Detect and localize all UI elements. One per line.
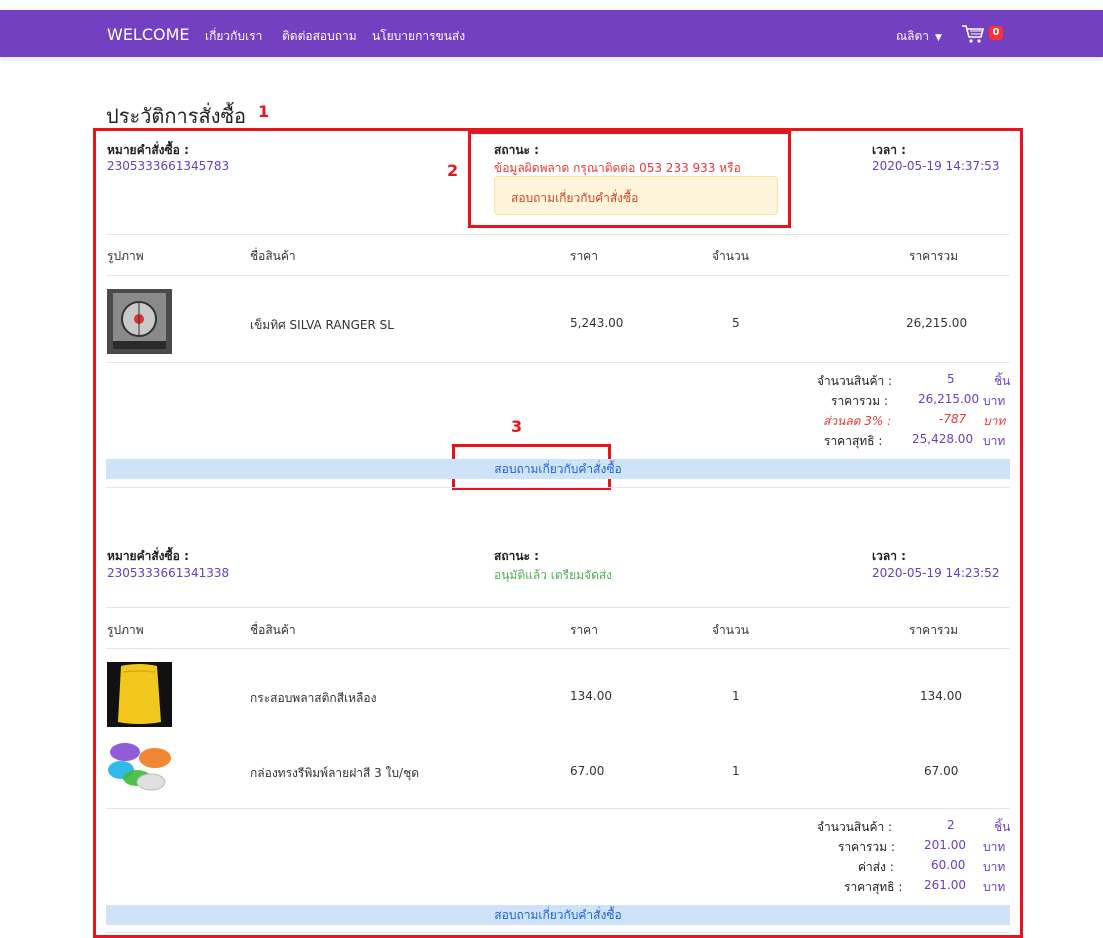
- sum-qty-value: 2: [947, 818, 955, 832]
- col-header-price: ราคา: [570, 623, 598, 637]
- sum-qty-unit: ชิ้น: [994, 820, 1011, 834]
- sum-qty-value: 5: [947, 372, 955, 386]
- col-header-name: ชื่อสินค้า: [250, 249, 296, 263]
- user-name: ณลิตา: [896, 29, 930, 43]
- sum-shipping-unit: บาท: [983, 860, 1006, 874]
- col-header-qty: จำนวน: [712, 249, 749, 263]
- caret-down-icon: ▼: [935, 33, 942, 43]
- divider: [106, 932, 1010, 933]
- sum-total-label: ราคารวม :: [838, 840, 895, 854]
- sum-total-value: 26,215.00: [918, 392, 980, 406]
- col-header-total: ราคารวม: [909, 623, 959, 637]
- divider: [106, 808, 1010, 809]
- divider: [106, 275, 1010, 276]
- sum-net-label: ราคาสุทธิ :: [844, 880, 903, 894]
- status-label: สถานะ :: [494, 549, 539, 563]
- sum-shipping-label: ค่าส่ง :: [858, 860, 894, 874]
- sum-total-unit: บาท: [983, 394, 1006, 408]
- product-name: เข็มทิศ SILVA RANGER SL: [250, 318, 394, 332]
- compass-product-image: [107, 289, 172, 354]
- sum-net-label: ราคาสุทธิ :: [824, 434, 883, 448]
- sum-net-unit: บาท: [983, 880, 1006, 894]
- order-inquiry-button[interactable]: สอบถามเกี่ยวกับคำสั่งซื้อ: [106, 905, 1010, 925]
- sum-net-value: 261.00: [924, 878, 966, 892]
- brand-link[interactable]: WELCOME: [107, 25, 190, 44]
- sum-discount-label: ส่วนลด 3% :: [823, 414, 892, 428]
- col-header-total: ราคารวม: [909, 249, 959, 263]
- product-total: 26,215.00: [906, 316, 968, 330]
- product-price: 67.00: [570, 764, 605, 778]
- sum-discount-value: -787: [939, 412, 967, 426]
- annotation-box-order-history: [93, 128, 1023, 938]
- order-inquiry-button[interactable]: สอบถามเกี่ยวกับคำสั่งซื้อ: [106, 459, 1010, 479]
- col-header-qty: จำนวน: [712, 623, 749, 637]
- divider: [106, 362, 1010, 363]
- product-qty: 5: [732, 316, 740, 330]
- product-qty: 1: [732, 689, 740, 703]
- oval-containers-product-image: [108, 743, 171, 791]
- divider: [106, 487, 1010, 488]
- order-no-value: 2305333661341338: [107, 566, 230, 580]
- sum-qty-unit: ชิ้น: [994, 374, 1011, 388]
- sum-qty-label: จำนวนสินค้า :: [817, 374, 893, 388]
- col-header-image: รูปภาพ: [107, 249, 144, 263]
- yellow-sack-product-image: [107, 662, 172, 727]
- status-label: สถานะ :: [494, 143, 539, 157]
- nav-link-contact[interactable]: ติดต่อสอบถาม: [282, 27, 357, 46]
- annotation-marker-3: 3: [511, 417, 523, 436]
- time-label: เวลา :: [872, 549, 906, 563]
- order-no-label: หมายคำสั่งซื้อ :: [107, 549, 189, 563]
- shopping-cart-icon[interactable]: [961, 24, 985, 44]
- annotation-marker-2: 2: [447, 161, 459, 180]
- divider: [106, 607, 1010, 608]
- user-menu-dropdown[interactable]: ณลิตา ▼: [896, 27, 942, 46]
- time-value: 2020-05-19 14:23:52: [872, 566, 1000, 580]
- product-qty: 1: [732, 764, 740, 778]
- divider: [106, 648, 1010, 649]
- product-price: 5,243.00: [570, 316, 624, 330]
- nav-link-shipping-policy[interactable]: นโยบายการขนส่ง: [372, 27, 465, 46]
- time-label: เวลา :: [872, 143, 906, 157]
- status-value-approved: อนุมัติแล้ว เตรียมจัดส่ง: [494, 568, 613, 582]
- order-no-label: หมายคำสั่งซื้อ :: [107, 143, 189, 157]
- sum-total-value: 201.00: [924, 838, 966, 852]
- status-inquiry-button[interactable]: สอบถามเกี่ยวกับคำสั่งซื้อ: [494, 176, 778, 215]
- product-total: 134.00: [920, 689, 962, 703]
- sum-discount-unit: บาท: [983, 414, 1006, 428]
- status-inquiry-label: สอบถามเกี่ยวกับคำสั่งซื้อ: [511, 191, 639, 205]
- product-price: 134.00: [570, 689, 612, 703]
- divider: [106, 234, 1010, 235]
- product-name: กระสอบพลาสติกสีเหลือง: [250, 691, 377, 705]
- time-value: 2020-05-19 14:37:53: [872, 159, 1000, 173]
- cart-count-badge: 0: [989, 26, 1003, 40]
- nav-link-about[interactable]: เกี่ยวกับเรา: [205, 27, 262, 46]
- annotation-marker-1: 1: [258, 102, 270, 121]
- sum-net-unit: บาท: [983, 434, 1006, 448]
- sum-net-value: 25,428.00: [912, 432, 974, 446]
- col-header-name: ชื่อสินค้า: [250, 623, 296, 637]
- sum-shipping-value: 60.00: [931, 858, 966, 872]
- sum-qty-label: จำนวนสินค้า :: [817, 820, 893, 834]
- col-header-price: ราคา: [570, 249, 598, 263]
- sum-total-label: ราคารวม :: [831, 394, 888, 408]
- product-name: กล่องทรงรีพิมพ์ลายฝาสี 3 ใบ/ชุด: [250, 766, 420, 780]
- top-navbar: WELCOME เกี่ยวกับเรา ติดต่อสอบถาม นโยบาย…: [0, 10, 1103, 57]
- sum-total-unit: บาท: [983, 840, 1006, 854]
- product-total: 67.00: [924, 764, 959, 778]
- col-header-image: รูปภาพ: [107, 623, 144, 637]
- order-no-value: 2305333661345783: [107, 159, 230, 173]
